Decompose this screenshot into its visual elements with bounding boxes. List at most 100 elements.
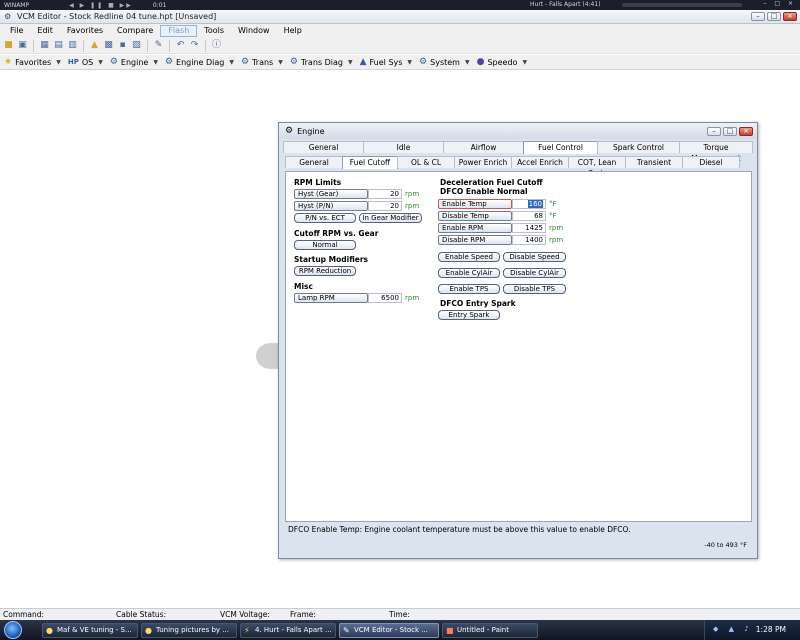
enable-rpm-label[interactable]: Enable RPM <box>438 223 512 233</box>
enable-cylair-button[interactable]: Enable CylAir <box>438 268 500 278</box>
menu-help[interactable]: Help <box>277 25 309 37</box>
close-button[interactable]: × <box>783 12 797 21</box>
gear-icon: ⚙ <box>285 126 294 136</box>
paste-icon[interactable]: ▪ <box>117 40 128 51</box>
fuel-drop-icon: ▲ <box>359 57 367 67</box>
taskbar-clock[interactable]: 1:28 PM <box>756 625 786 634</box>
disable-rpm-label[interactable]: Disable RPM <box>438 235 512 245</box>
tree-icon[interactable]: ✎ <box>153 40 164 51</box>
enable-tps-button[interactable]: Enable TPS <box>438 284 500 294</box>
subtab-fuel-cutoff[interactable]: Fuel Cutoff <box>342 156 398 169</box>
fav-favorites[interactable]: ★ Favorites ▼ <box>4 57 61 67</box>
fav-engine[interactable]: ⚙ Engine ▼ <box>110 57 158 67</box>
start-button[interactable] <box>4 621 22 639</box>
dialog-minimize-button[interactable]: – <box>707 127 721 136</box>
maximize-button[interactable]: □ <box>767 12 781 21</box>
task-tuning-pictures[interactable]: ● Tuning pictures by ... <box>141 623 237 638</box>
dialog-maximize-button[interactable]: □ <box>723 127 737 136</box>
hyst-gear-label[interactable]: Hyst (Gear) <box>294 189 368 199</box>
task-maf-ve-tuning[interactable]: ● Maf & VE tuning - S... <box>42 623 138 638</box>
winamp-icon: ⚡ <box>244 626 250 635</box>
in-gear-modifier-button[interactable]: In Gear Modifier <box>359 213 422 223</box>
hyst-pn-value[interactable]: 20 <box>368 201 402 211</box>
copy-icon[interactable]: ▩ <box>103 40 114 51</box>
tab-spark-control[interactable]: Spark Control <box>597 141 680 153</box>
disable-tps-button[interactable]: Disable TPS <box>503 284 566 294</box>
disable-temp-unit: °F <box>549 212 557 220</box>
tab-torque-management[interactable]: Torque Management <box>679 141 753 163</box>
menu-edit[interactable]: Edit <box>30 25 60 37</box>
command-status: Command: <box>3 610 45 619</box>
menu-window[interactable]: Window <box>231 25 277 37</box>
disable-temp-label[interactable]: Disable Temp <box>438 211 512 221</box>
task-vcm-editor[interactable]: ✎ VCM Editor - Stock ... <box>339 623 439 638</box>
minimize-button[interactable]: – <box>751 12 765 21</box>
favorites-bar: ★ Favorites ▼ HP OS ▼ ⚙ Engine ▼ ⚙ Engine Diag ▼… <box>0 55 800 70</box>
tab-airflow[interactable]: Airflow <box>443 141 524 153</box>
enable-speed-button[interactable]: Enable Speed <box>438 252 500 262</box>
folder-icon[interactable]: ▲ <box>89 40 100 51</box>
rpm-reduction-button[interactable]: RPM Reduction <box>294 266 356 276</box>
app-title-bar: ⚙ VCM Editor - Stock Redline 04 tune.hpt… <box>0 10 800 24</box>
windows-taskbar: ● Maf & VE tuning - S... ● Tuning pictures… <box>0 620 800 640</box>
menu-compare[interactable]: Compare <box>110 25 160 37</box>
undo-icon[interactable]: ↶ <box>175 40 186 51</box>
fav-system[interactable]: ⚙ System ▼ <box>419 57 470 67</box>
write-vehicle-icon[interactable]: ▤ <box>53 40 64 51</box>
winamp-seek-bar[interactable] <box>622 3 742 7</box>
normal-button[interactable]: Normal <box>294 240 356 250</box>
dfco-entry-spark-heading: DFCO Entry Spark <box>440 299 516 308</box>
lamp-rpm-value[interactable]: 6500 <box>368 293 402 303</box>
disable-rpm-value[interactable]: 1400 <box>512 235 546 245</box>
disable-speed-button[interactable]: Disable Speed <box>503 252 566 262</box>
winamp-label: WINAMP <box>4 1 30 9</box>
redo-icon[interactable]: ↷ <box>189 40 200 51</box>
fav-trans-diag[interactable]: ⚙ Trans Diag ▼ <box>290 57 353 67</box>
fav-speedo[interactable]: ● Speedo ▼ <box>477 57 527 67</box>
hyst-gear-value[interactable]: 20 <box>368 189 402 199</box>
hyst-pn-label[interactable]: Hyst (P/N) <box>294 201 368 211</box>
subtab-ol-cl[interactable]: OL & CL <box>397 156 455 168</box>
subtab-diesel[interactable]: Diesel <box>682 156 740 168</box>
tab-fuel-control[interactable]: Fuel Control <box>523 141 598 154</box>
task-paint[interactable]: ■ Untitled - Paint <box>442 623 538 638</box>
entry-spark-button[interactable]: Entry Spark <box>438 310 500 320</box>
subtab-accel-enrich[interactable]: Accel Enrich <box>511 156 569 168</box>
dialog-close-button[interactable]: × <box>739 127 753 136</box>
enable-temp-value[interactable]: 160 <box>512 199 546 209</box>
winamp-playback-controls[interactable]: ◀ ▶ ❚❚ ■ ▶▶ <box>69 2 133 9</box>
menu-tools[interactable]: Tools <box>197 25 231 37</box>
tray-icons[interactable]: ◆ ▲ ♪ <box>713 625 753 633</box>
fav-fuel-sys[interactable]: ▲ Fuel Sys ▼ <box>360 57 412 67</box>
table-icon[interactable]: ▧ <box>131 40 142 51</box>
subtab-general[interactable]: General <box>285 156 343 168</box>
fav-os[interactable]: HP OS ▼ <box>68 58 103 67</box>
enable-rpm-value[interactable]: 1425 <box>512 223 546 233</box>
menu-bar: File Edit Favorites Compare Flash Tools … <box>0 24 800 38</box>
subtab-transient[interactable]: Transient <box>625 156 683 168</box>
subtab-cot-lean-cruise[interactable]: COT, Lean Cruis <box>568 156 626 178</box>
menu-favorites[interactable]: Favorites <box>60 25 110 37</box>
fav-trans[interactable]: ⚙ Trans ▼ <box>241 57 283 67</box>
task-winamp[interactable]: ⚡ 4. Hurt - Falls Apart ... <box>240 623 336 638</box>
menu-flash[interactable]: Flash <box>160 25 198 37</box>
winamp-window-buttons[interactable]: – □ × <box>763 0 796 7</box>
info-icon[interactable]: ⓘ <box>211 40 222 51</box>
open-folder-icon[interactable]: ■ <box>3 40 14 51</box>
chevron-down-icon: ▼ <box>407 58 413 66</box>
compare-icon[interactable]: ▥ <box>67 40 78 51</box>
enable-temp-label[interactable]: Enable Temp <box>438 199 512 209</box>
tab-general[interactable]: General <box>283 141 364 153</box>
fav-engine-diag[interactable]: ⚙ Engine Diag ▼ <box>165 57 234 67</box>
tab-idle[interactable]: Idle <box>363 141 444 153</box>
save-icon[interactable]: ▣ <box>17 40 28 51</box>
disable-temp-value[interactable]: 68 <box>512 211 546 221</box>
chevron-down-icon: ▼ <box>98 58 103 66</box>
lamp-rpm-label[interactable]: Lamp RPM <box>294 293 368 303</box>
disable-cylair-button[interactable]: Disable CylAir <box>503 268 566 278</box>
pn-vs-ect-button[interactable]: P/N vs. ECT <box>294 213 356 223</box>
subtab-power-enrich[interactable]: Power Enrich <box>454 156 512 168</box>
read-vehicle-icon[interactable]: ▦ <box>39 40 50 51</box>
menu-file[interactable]: File <box>3 25 30 37</box>
fav-label: Engine Diag <box>176 57 225 67</box>
